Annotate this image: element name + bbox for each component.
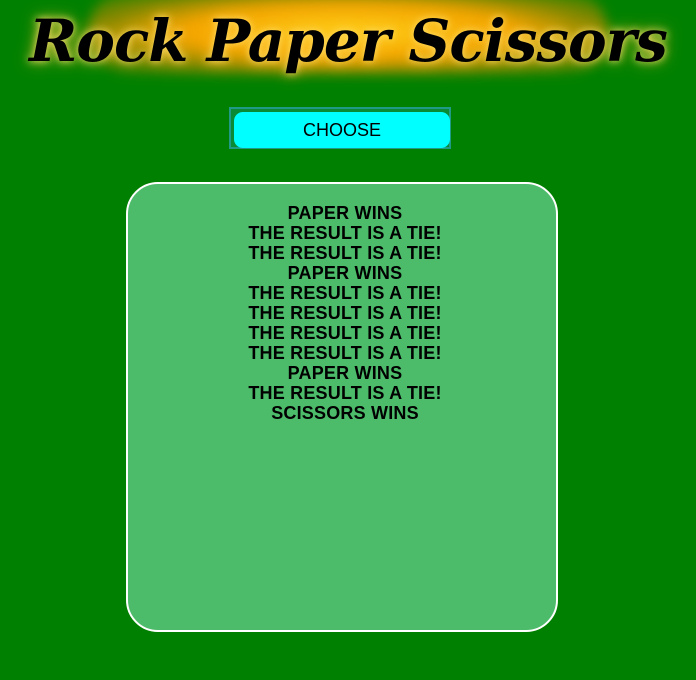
result-line: THE RESULT IS A TIE! bbox=[248, 223, 442, 243]
result-line: THE RESULT IS A TIE! bbox=[248, 323, 442, 343]
result-line: THE RESULT IS A TIE! bbox=[248, 303, 442, 323]
result-line: THE RESULT IS A TIE! bbox=[248, 383, 442, 403]
result-line: THE RESULT IS A TIE! bbox=[248, 343, 442, 363]
results-panel: PAPER WINS THE RESULT IS A TIE! THE RESU… bbox=[126, 182, 558, 632]
page-title: Rock Paper Scissors bbox=[29, 7, 668, 75]
choose-button[interactable]: CHOOSE bbox=[234, 112, 450, 148]
result-line: PAPER WINS bbox=[287, 263, 403, 283]
title-banner: Rock Paper Scissors bbox=[0, 0, 696, 100]
results-list: PAPER WINS THE RESULT IS A TIE! THE RESU… bbox=[134, 203, 556, 423]
result-line: PAPER WINS bbox=[287, 363, 403, 383]
result-line: THE RESULT IS A TIE! bbox=[248, 243, 442, 263]
result-line: SCISSORS WINS bbox=[271, 403, 419, 423]
result-line: THE RESULT IS A TIE! bbox=[248, 283, 442, 303]
result-line: PAPER WINS bbox=[287, 203, 403, 223]
